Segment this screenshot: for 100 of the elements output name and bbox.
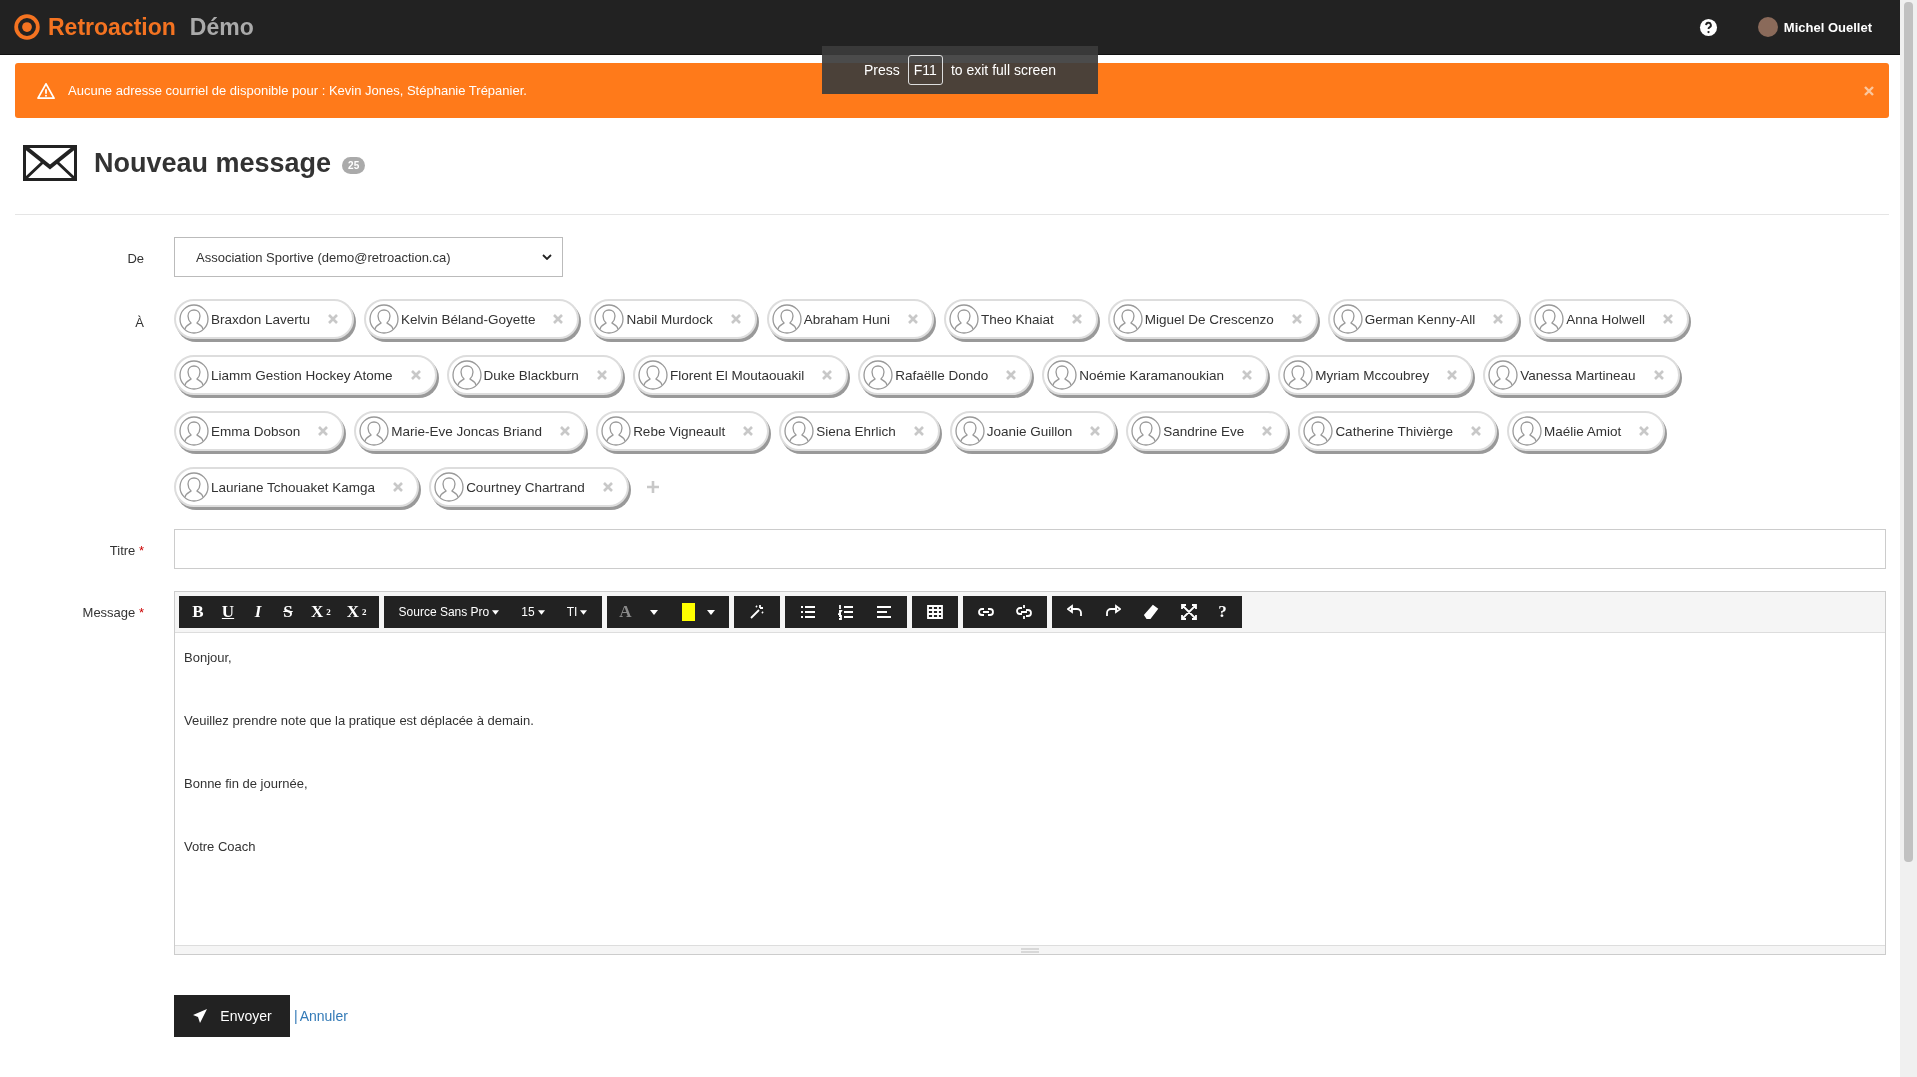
remove-icon[interactable] <box>1291 314 1302 324</box>
format-button[interactable]: X$^{2}$ <box>305 602 337 622</box>
recipient-chip[interactable]: Noémie Karamanoukian <box>1042 355 1269 395</box>
recipient-chip[interactable]: Sandrine Eve <box>1126 411 1289 451</box>
unlink-icon[interactable] <box>1015 604 1032 620</box>
remove-icon[interactable] <box>1653 370 1664 380</box>
recipient-chip[interactable]: Florent El Moutaouakil <box>632 355 849 395</box>
recipient-chip[interactable]: Duke Blackburn <box>446 355 623 395</box>
remove-icon[interactable] <box>1639 426 1650 436</box>
scrollbar[interactable] <box>1900 0 1917 1077</box>
remove-icon[interactable] <box>1662 314 1673 324</box>
remove-icon[interactable] <box>1262 426 1273 436</box>
person-icon <box>1283 360 1314 390</box>
sender-select[interactable]: Association Sportive (demo@retroaction.ca) <box>174 237 563 277</box>
caret-icon[interactable] <box>706 609 715 615</box>
remove-icon[interactable] <box>410 370 421 380</box>
remove-icon[interactable] <box>1493 314 1504 324</box>
caret-icon <box>580 609 588 615</box>
recipient-chip[interactable]: Courtney Chartrand <box>429 467 629 507</box>
recipient-chip[interactable]: Marie-Eve Joncas Briand <box>354 411 587 451</box>
recipient-chip[interactable]: Miguel De Crescenzo <box>1107 299 1318 339</box>
remove-icon[interactable] <box>1090 426 1101 436</box>
remove-icon[interactable] <box>1470 426 1481 436</box>
remove-icon[interactable] <box>1242 370 1253 380</box>
caret-icon <box>492 609 500 615</box>
recipient-chip[interactable]: Rebe Vigneault <box>596 411 770 451</box>
format-button[interactable]: S <box>275 602 301 622</box>
recipient-chip[interactable]: Joanie Guillon <box>949 411 1117 451</box>
caret-icon[interactable] <box>649 609 658 615</box>
recipient-chip[interactable]: Kelvin Béland-Goyette <box>364 299 580 339</box>
highlight-swatch[interactable] <box>681 603 695 621</box>
help-button[interactable]: ? <box>1209 602 1236 622</box>
align-icon[interactable] <box>875 604 892 620</box>
toolbar-dropdown[interactable]: Source Sans Pro <box>389 605 509 619</box>
envelope-icon <box>23 145 77 181</box>
recipient-chip[interactable]: German Kenny-All <box>1327 299 1520 339</box>
remove-icon[interactable] <box>328 314 339 324</box>
recipient-chip[interactable]: Catherine Thivièrge <box>1298 411 1497 451</box>
remove-icon[interactable] <box>560 426 571 436</box>
page-title: Nouveau message <box>94 147 332 179</box>
toolbar-dropdown[interactable]: TI <box>557 605 597 619</box>
recipient-chip[interactable]: Emma Dobson <box>174 411 345 451</box>
recipient-chip[interactable]: Braxdon Lavertu <box>174 299 355 339</box>
resize-handle-icon[interactable] <box>1021 947 1039 953</box>
remove-icon[interactable] <box>822 370 833 380</box>
caret-icon <box>537 609 545 615</box>
remove-icon[interactable] <box>1006 370 1017 380</box>
close-icon[interactable] <box>1864 85 1874 96</box>
person-icon <box>784 416 815 446</box>
format-button[interactable]: B <box>185 602 211 622</box>
toolbar-dropdown[interactable]: 15 <box>512 605 554 619</box>
message-line: Bonjour, <box>184 649 233 667</box>
user-avatar[interactable] <box>1757 17 1778 37</box>
recipient-chip[interactable]: Abraham Huni <box>766 299 934 339</box>
remove-icon[interactable] <box>1447 370 1458 380</box>
send-button[interactable]: Envoyer <box>174 995 290 1037</box>
brand-name[interactable]: Retroaction <box>48 13 176 41</box>
eraser-icon[interactable] <box>1142 604 1159 620</box>
font-color-button[interactable]: A <box>613 602 638 622</box>
person-icon <box>1488 360 1519 390</box>
title-field[interactable] <box>174 529 1886 569</box>
add-icon[interactable] <box>646 481 659 493</box>
recipient-chip[interactable]: Myriam Mccoubrey <box>1278 355 1474 395</box>
help-icon[interactable] <box>1698 17 1718 37</box>
notice-text: to exit full screen <box>950 62 1056 78</box>
remove-icon[interactable] <box>913 426 924 436</box>
remove-icon[interactable] <box>393 482 404 492</box>
fullscreen-icon[interactable] <box>1180 604 1197 620</box>
ol-icon[interactable] <box>837 604 854 620</box>
recipient-chip[interactable]: Lauriane Tchouaket Kamga <box>174 467 420 507</box>
format-button[interactable]: I <box>245 602 271 622</box>
remove-icon[interactable] <box>596 370 607 380</box>
magic-icon[interactable] <box>748 604 765 620</box>
recipient-chip[interactable]: Maélie Amiot <box>1506 411 1666 451</box>
remove-icon[interactable] <box>553 314 564 324</box>
recipient-chip[interactable]: Siena Ehrlich <box>779 411 940 451</box>
table-icon[interactable] <box>926 604 943 620</box>
person-icon <box>594 304 625 334</box>
remove-icon[interactable] <box>318 426 329 436</box>
recipient-chip[interactable]: Anna Holwell <box>1529 299 1689 339</box>
warning-icon <box>37 82 55 99</box>
recipient-chip[interactable]: Vanessa Martineau <box>1483 355 1680 395</box>
person-icon <box>179 360 209 390</box>
remove-icon[interactable] <box>743 426 754 436</box>
cancel-link[interactable]: Annuler <box>299 1008 348 1024</box>
chevron-icon <box>542 254 552 260</box>
ul-icon[interactable] <box>799 604 816 620</box>
person-icon <box>601 416 632 446</box>
recipient-chip[interactable]: Nabil Murdock <box>589 299 757 339</box>
recipient-chip[interactable]: Liamm Gestion Hockey Atome <box>174 355 437 395</box>
recipient-chip[interactable]: Rafaëlle Dondo <box>858 355 1033 395</box>
count-badge: 25 <box>342 156 366 174</box>
notice-text: Press <box>864 62 900 78</box>
remove-icon[interactable] <box>730 314 741 324</box>
remove-icon[interactable] <box>1071 314 1082 324</box>
remove-icon[interactable] <box>907 314 918 324</box>
format-button[interactable]: U <box>215 602 241 622</box>
recipient-chip[interactable]: Theo Khaiat <box>943 299 1098 339</box>
remove-icon[interactable] <box>602 482 613 492</box>
user-name[interactable]: Michel Ouellet <box>1783 19 1872 35</box>
